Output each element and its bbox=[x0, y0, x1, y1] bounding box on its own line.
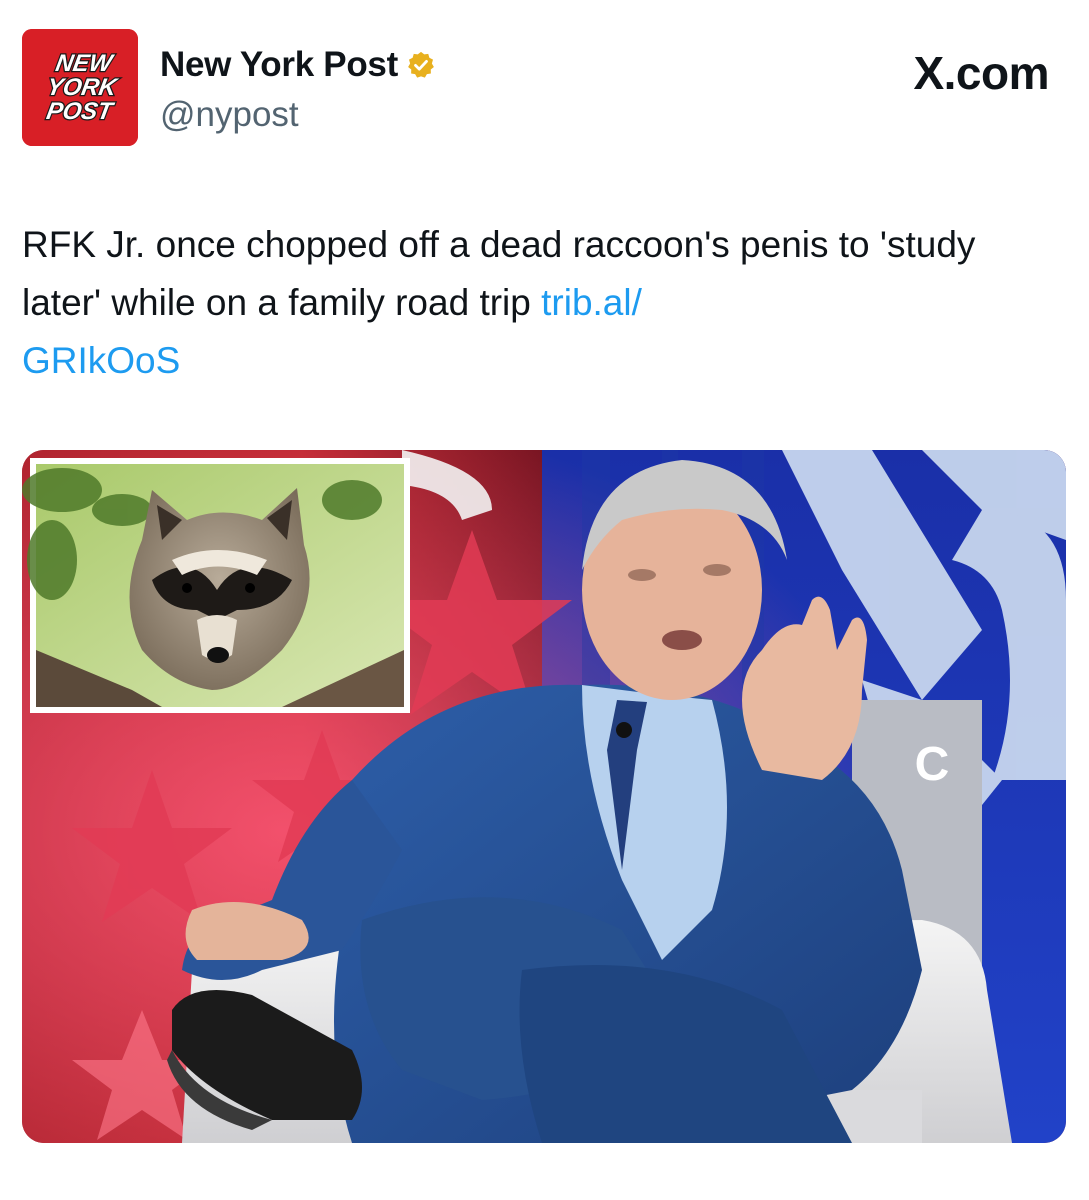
verified-badge-icon bbox=[408, 51, 434, 78]
svg-text:POST: POST bbox=[44, 98, 116, 125]
tweet-link-part1[interactable]: trib.al/ bbox=[541, 282, 642, 323]
account-handle[interactable]: @nypost bbox=[160, 94, 299, 136]
svg-text:NEW: NEW bbox=[54, 50, 117, 77]
tweet-media-image[interactable]: C bbox=[22, 450, 1066, 1143]
avatar[interactable]: NEW YORK POST bbox=[22, 29, 138, 146]
tweet-text-body: RFK Jr. once chopped off a dead raccoon'… bbox=[22, 224, 976, 323]
stage-sign-letter: C bbox=[915, 738, 950, 791]
media-illustration: C bbox=[22, 450, 1066, 1143]
display-name[interactable]: New York Post bbox=[160, 44, 398, 86]
tweet-text: RFK Jr. once chopped off a dead raccoon'… bbox=[22, 216, 1062, 390]
svg-text:YORK: YORK bbox=[45, 74, 121, 101]
new-york-post-logo-icon: NEW YORK POST bbox=[22, 29, 138, 146]
tweet-link-part2[interactable]: GRIkOoS bbox=[22, 340, 180, 381]
raccoon-inset bbox=[22, 458, 410, 713]
source-label: X.com bbox=[913, 47, 1049, 99]
display-name-row[interactable]: New York Post bbox=[160, 44, 436, 86]
